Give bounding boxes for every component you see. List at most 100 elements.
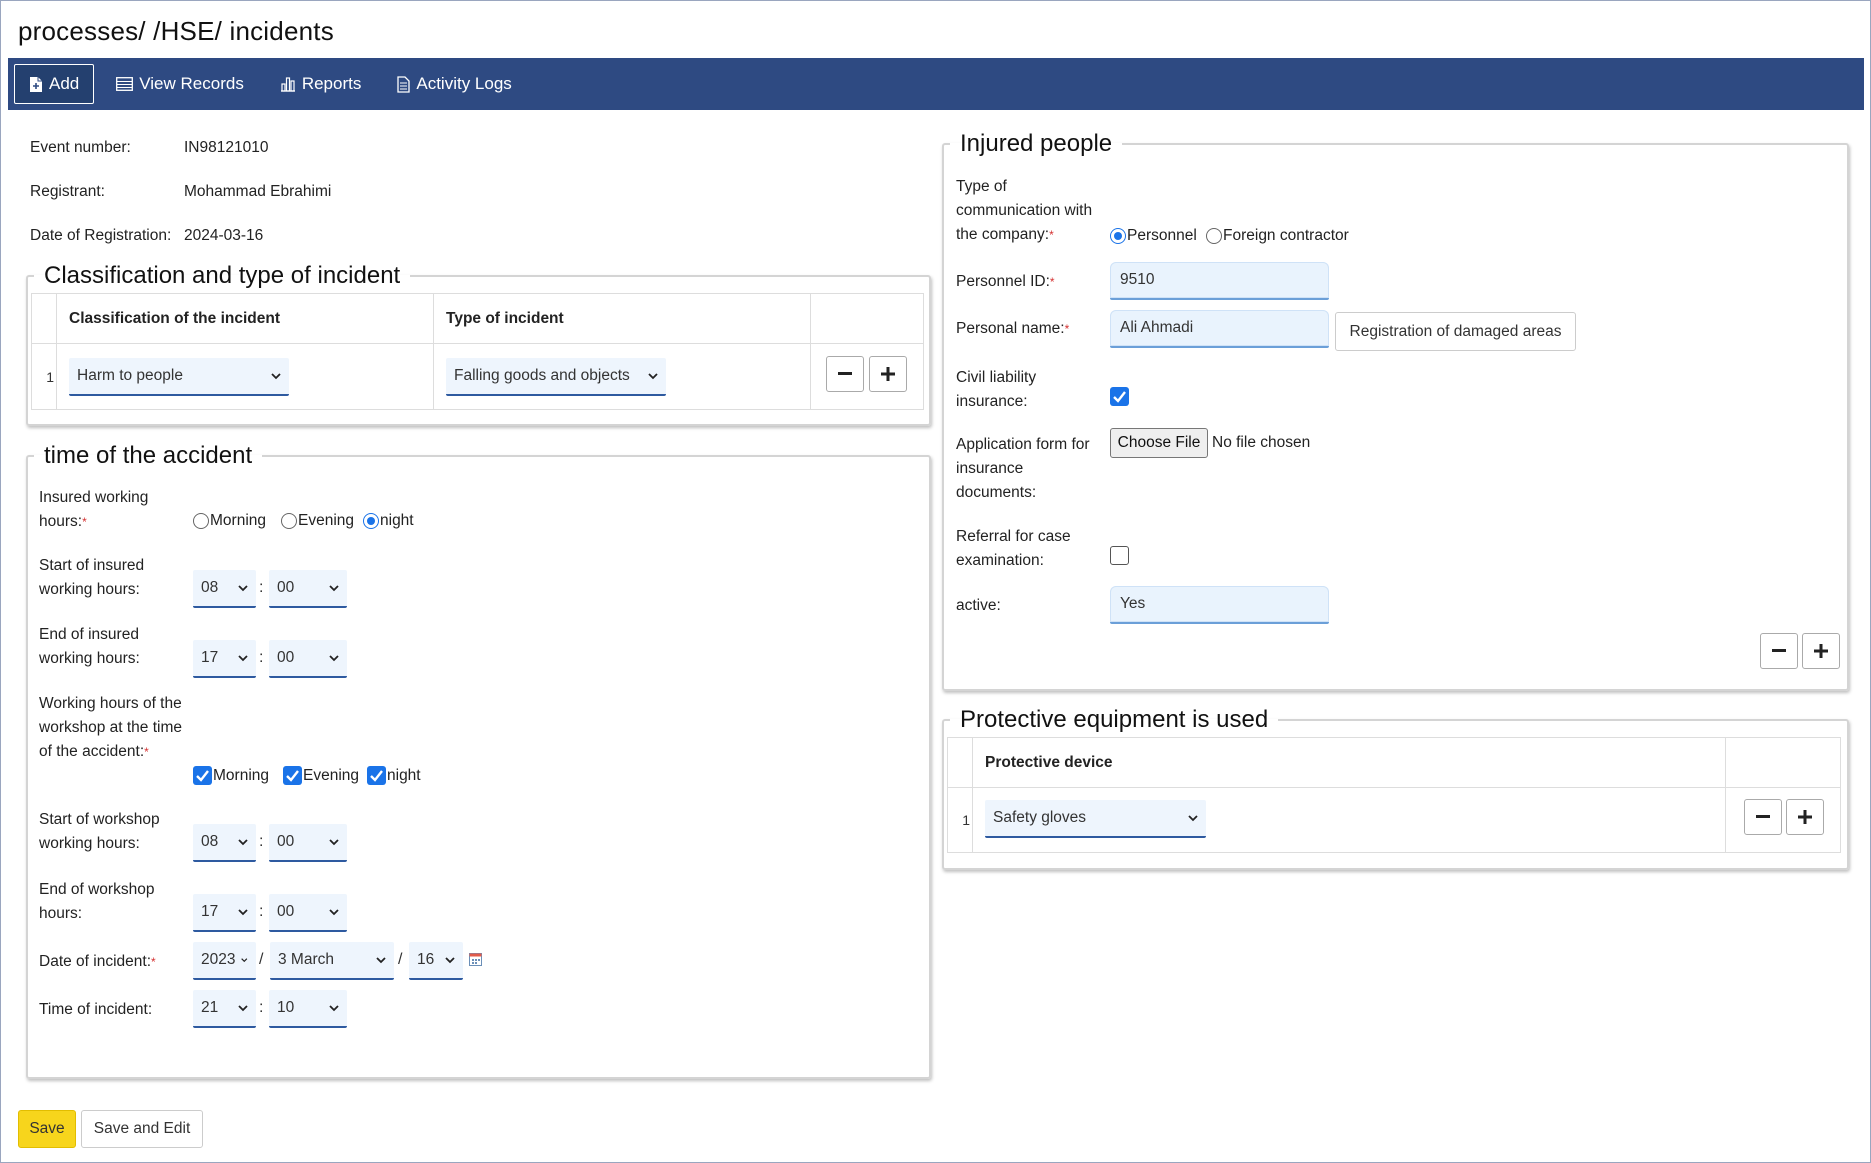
activity-logs-button[interactable]: Activity Logs xyxy=(383,64,525,104)
end-insured-minute-select[interactable]: 00 xyxy=(269,640,347,678)
chevron-down-icon xyxy=(238,1005,248,1012)
incident-type-select[interactable]: Falling goods and objects xyxy=(446,358,666,396)
incident-day-select[interactable]: 16 xyxy=(409,942,463,980)
minus-icon xyxy=(1772,649,1786,652)
start-insured-minute-select[interactable]: 00 xyxy=(269,570,347,608)
personnel-radio[interactable]: Personnel xyxy=(1110,227,1197,245)
save-button[interactable]: Save xyxy=(18,1110,76,1148)
date-incident-label: Date of incident:* xyxy=(39,953,156,970)
workshop-night-checkbox[interactable]: night xyxy=(367,766,421,785)
workshop-evening-checkbox[interactable]: Evening xyxy=(283,766,359,785)
save-and-edit-button[interactable]: Save and Edit xyxy=(81,1110,203,1148)
civil-liability-checkbox[interactable] xyxy=(1110,387,1130,406)
toolbar: Add View Records Reports Activity Logs xyxy=(8,58,1864,110)
chevron-down-icon xyxy=(238,839,248,846)
add-row-button[interactable] xyxy=(869,356,907,392)
personnel-id-label: Personnel ID:* xyxy=(956,273,1055,290)
table-header-num xyxy=(947,737,973,788)
insured-night-radio[interactable]: night xyxy=(363,512,414,530)
plus-icon xyxy=(1814,644,1828,658)
chevron-down-icon xyxy=(1188,815,1198,822)
minus-icon xyxy=(838,372,852,375)
time-colon: : xyxy=(259,579,264,596)
start-insured-label: Start of insured working hours: xyxy=(39,557,145,598)
registrant-value: Mohammad Ebrahimi xyxy=(184,183,332,200)
protective-equipment-legend: Protective equipment is used xyxy=(960,706,1269,733)
row-number: 1 xyxy=(31,343,57,410)
end-workshop-minute-select[interactable]: 00 xyxy=(269,894,347,932)
start-insured-hour-select[interactable]: 08 xyxy=(193,570,256,608)
referral-checkbox[interactable] xyxy=(1110,546,1130,565)
protective-device-select[interactable]: Safety gloves xyxy=(985,800,1206,838)
classification-value: Harm to people xyxy=(77,367,183,384)
chevron-down-icon xyxy=(648,373,658,380)
checkmark-icon xyxy=(1113,391,1126,403)
workshop-morning-checkbox[interactable]: Morning xyxy=(193,766,269,785)
chevron-down-icon xyxy=(329,839,339,846)
chevron-down-icon xyxy=(238,909,248,916)
end-workshop-hour-select[interactable]: 17 xyxy=(193,894,256,932)
date-slash: / xyxy=(398,951,403,968)
calendar-icon[interactable] xyxy=(469,953,482,966)
view-records-button[interactable]: View Records xyxy=(102,64,258,104)
incident-type-value: Falling goods and objects xyxy=(454,367,630,384)
add-label: Add xyxy=(49,74,80,93)
time-legend: time of the accident xyxy=(44,442,253,469)
table-header-classification: Classification of the incident xyxy=(56,293,434,344)
chevron-down-icon xyxy=(271,373,281,380)
minus-icon xyxy=(1756,815,1770,818)
insured-evening-radio[interactable]: Evening xyxy=(281,512,354,530)
workshop-hours-label: Working hours of the workshop at the tim… xyxy=(39,695,183,760)
damaged-areas-button[interactable]: Registration of damaged areas xyxy=(1335,312,1576,351)
checkmark-icon xyxy=(196,770,209,782)
start-workshop-minute-select[interactable]: 00 xyxy=(269,824,347,862)
start-workshop-label: Start of workshop working hours: xyxy=(39,811,160,852)
incident-minute-select[interactable]: 10 xyxy=(269,990,347,1028)
table-header-actions xyxy=(1725,737,1841,788)
reports-label: Reports xyxy=(301,74,362,93)
active-label: active: xyxy=(956,597,1001,614)
insured-hours-label: Insured working hours:* xyxy=(39,489,149,530)
add-device-button[interactable] xyxy=(1786,799,1824,835)
start-workshop-hour-select[interactable]: 08 xyxy=(193,824,256,862)
choose-file-button[interactable]: Choose File xyxy=(1110,428,1208,458)
remove-row-button[interactable] xyxy=(826,356,864,392)
end-insured-label: End of insured working hours: xyxy=(39,626,140,667)
insured-morning-radio[interactable]: Morning xyxy=(193,512,266,530)
date-slash: / xyxy=(259,951,264,968)
checkmark-icon xyxy=(286,770,299,782)
chevron-down-icon xyxy=(445,957,455,964)
registration-date-label: Date of Registration: xyxy=(30,227,172,244)
remove-injured-button[interactable] xyxy=(1760,633,1798,669)
active-input[interactable]: Yes xyxy=(1110,586,1329,624)
remove-device-button[interactable] xyxy=(1744,799,1782,835)
communication-type-label: Type of communication with the company:* xyxy=(956,178,1093,243)
add-injured-button[interactable] xyxy=(1802,633,1840,669)
end-insured-hour-select[interactable]: 17 xyxy=(193,640,256,678)
civil-liability-label: Civil liability insurance: xyxy=(956,369,1037,410)
incident-hour-select[interactable]: 21 xyxy=(193,990,256,1028)
classification-select[interactable]: Harm to people xyxy=(69,358,289,396)
chevron-down-icon xyxy=(329,585,339,592)
chevron-down-icon xyxy=(241,958,248,963)
personnel-id-input[interactable]: 9510 xyxy=(1110,262,1329,300)
end-workshop-label: End of workshop hours: xyxy=(39,881,155,922)
reports-button[interactable]: Reports xyxy=(266,64,376,104)
chevron-down-icon xyxy=(376,957,386,964)
personal-name-input[interactable]: Ali Ahmadi xyxy=(1110,310,1329,348)
view-records-label: View Records xyxy=(139,74,244,93)
checkmark-icon xyxy=(370,770,383,782)
referral-label: Referral for case examination: xyxy=(956,528,1071,569)
add-button[interactable]: Add xyxy=(14,64,95,104)
application-form-label: Application form for insurance documents… xyxy=(956,436,1090,501)
row-number: 1 xyxy=(947,787,973,853)
table-header-num xyxy=(31,293,57,344)
table-header-actions xyxy=(810,293,924,344)
incident-month-select[interactable]: 3 March xyxy=(270,942,394,980)
registration-date-value: 2024-03-16 xyxy=(184,227,264,244)
incident-year-select[interactable]: 2023 xyxy=(193,942,256,980)
chevron-down-icon xyxy=(238,585,248,592)
activity-logs-label: Activity Logs xyxy=(416,74,512,93)
foreign-contractor-radio[interactable]: Foreign contractor xyxy=(1206,227,1349,245)
personal-name-label: Personal name:* xyxy=(956,320,1070,337)
